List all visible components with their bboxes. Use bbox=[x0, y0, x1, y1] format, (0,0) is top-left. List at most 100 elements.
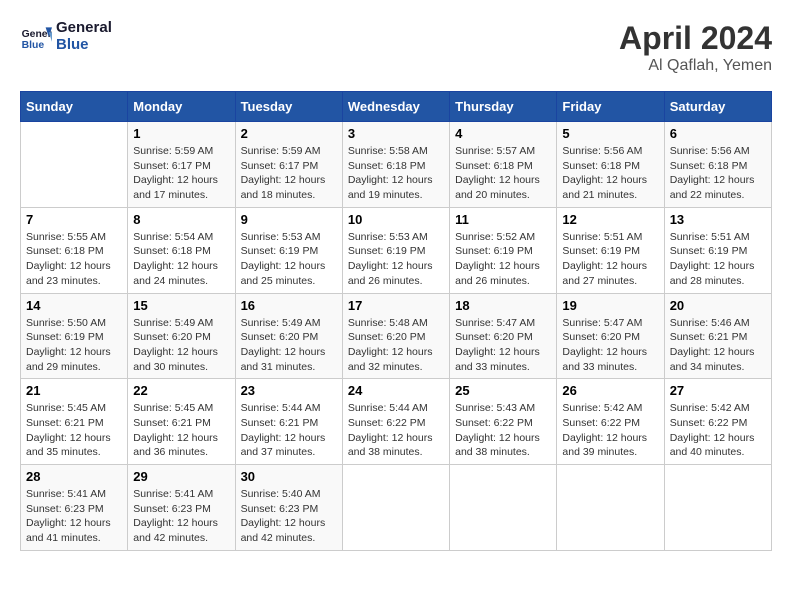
day-number: 17 bbox=[348, 298, 444, 313]
day-info: Sunrise: 5:53 AMSunset: 6:19 PMDaylight:… bbox=[348, 230, 444, 289]
week-row-5: 28Sunrise: 5:41 AMSunset: 6:23 PMDayligh… bbox=[21, 465, 772, 551]
logo-blue: Blue bbox=[56, 37, 112, 54]
day-number: 29 bbox=[133, 469, 229, 484]
calendar-cell: 8Sunrise: 5:54 AMSunset: 6:18 PMDaylight… bbox=[128, 207, 235, 293]
column-header-friday: Friday bbox=[557, 92, 664, 122]
day-number: 6 bbox=[670, 126, 766, 141]
column-header-sunday: Sunday bbox=[21, 92, 128, 122]
calendar-cell: 21 Sunrise: 5:45 AMSunset: 6:21 PMDayligh… bbox=[21, 379, 128, 465]
day-number: 1 bbox=[133, 126, 229, 141]
day-info: Sunrise: 5:46 AMSunset: 6:21 PMDaylight:… bbox=[670, 316, 766, 375]
day-info: Sunrise: 5:52 AMSunset: 6:19 PMDaylight:… bbox=[455, 230, 551, 289]
day-info: Sunrise: 5:45 AMSunset: 6:21 PMDaylight:… bbox=[133, 401, 229, 460]
calendar-cell: 10 Sunrise: 5:53 AMSunset: 6:19 PMDayligh… bbox=[342, 207, 449, 293]
svg-text:Blue: Blue bbox=[22, 40, 45, 51]
day-number: 27 bbox=[670, 383, 766, 398]
day-number: 13 bbox=[670, 212, 766, 227]
day-number: 14 bbox=[26, 298, 122, 313]
day-info: Sunrise: 5:49 AMSunset: 6:20 PMDaylight:… bbox=[133, 316, 229, 375]
calendar-cell bbox=[21, 122, 128, 208]
calendar-cell: 13Sunrise: 5:51 AMSunset: 6:19 PMDayligh… bbox=[664, 207, 771, 293]
calendar-cell: 24 Sunrise: 5:44 AMSunset: 6:22 PMDayligh… bbox=[342, 379, 449, 465]
calendar-cell: 16 Sunrise: 5:49 AMSunset: 6:20 PMDayligh… bbox=[235, 293, 342, 379]
logo-general: General bbox=[56, 20, 112, 37]
calendar-table: SundayMondayTuesdayWednesdayThursdayFrid… bbox=[20, 91, 772, 551]
day-number: 19 bbox=[562, 298, 658, 313]
day-info: Sunrise: 5:59 AMSunset: 6:17 PMDaylight:… bbox=[241, 144, 337, 203]
calendar-cell: 12 Sunrise: 5:51 AMSunset: 6:19 PMDayligh… bbox=[557, 207, 664, 293]
title-block: April 2024 Al Qaflah, Yemen bbox=[619, 20, 772, 75]
location-title: Al Qaflah, Yemen bbox=[619, 57, 772, 75]
calendar-cell: 26 Sunrise: 5:42 AMSunset: 6:22 PMDayligh… bbox=[557, 379, 664, 465]
calendar-cell bbox=[342, 465, 449, 551]
day-info: Sunrise: 5:43 AMSunset: 6:22 PMDaylight:… bbox=[455, 401, 551, 460]
week-row-2: 7 Sunrise: 5:55 AMSunset: 6:18 PMDaylight… bbox=[21, 207, 772, 293]
week-row-3: 14 Sunrise: 5:50 AMSunset: 6:19 PMDayligh… bbox=[21, 293, 772, 379]
week-row-4: 21 Sunrise: 5:45 AMSunset: 6:21 PMDayligh… bbox=[21, 379, 772, 465]
calendar-cell: 19 Sunrise: 5:47 AMSunset: 6:20 PMDayligh… bbox=[557, 293, 664, 379]
day-info: Sunrise: 5:42 AMSunset: 6:22 PMDaylight:… bbox=[562, 401, 658, 460]
day-number: 7 bbox=[26, 212, 122, 227]
day-number: 21 bbox=[26, 383, 122, 398]
day-number: 12 bbox=[562, 212, 658, 227]
day-number: 16 bbox=[241, 298, 337, 313]
calendar-body: 1 Sunrise: 5:59 AMSunset: 6:17 PMDaylight… bbox=[21, 122, 772, 551]
day-info: Sunrise: 5:49 AMSunset: 6:20 PMDaylight:… bbox=[241, 316, 337, 375]
day-number: 9 bbox=[241, 212, 337, 227]
calendar-cell: 11Sunrise: 5:52 AMSunset: 6:19 PMDayligh… bbox=[450, 207, 557, 293]
day-info: Sunrise: 5:50 AMSunset: 6:19 PMDaylight:… bbox=[26, 316, 122, 375]
day-number: 8 bbox=[133, 212, 229, 227]
day-info: Sunrise: 5:53 AMSunset: 6:19 PMDaylight:… bbox=[241, 230, 337, 289]
page-header: General Blue General Blue April 2024 Al … bbox=[20, 20, 772, 75]
calendar-cell: 23 Sunrise: 5:44 AMSunset: 6:21 PMDayligh… bbox=[235, 379, 342, 465]
calendar-cell: 27 Sunrise: 5:42 AMSunset: 6:22 PMDayligh… bbox=[664, 379, 771, 465]
month-title: April 2024 bbox=[619, 20, 772, 57]
day-info: Sunrise: 5:56 AMSunset: 6:18 PMDaylight:… bbox=[670, 144, 766, 203]
day-number: 20 bbox=[670, 298, 766, 313]
calendar-cell: 18Sunrise: 5:47 AMSunset: 6:20 PMDayligh… bbox=[450, 293, 557, 379]
day-number: 5 bbox=[562, 126, 658, 141]
column-header-wednesday: Wednesday bbox=[342, 92, 449, 122]
day-number: 26 bbox=[562, 383, 658, 398]
day-number: 30 bbox=[241, 469, 337, 484]
day-info: Sunrise: 5:51 AMSunset: 6:19 PMDaylight:… bbox=[562, 230, 658, 289]
day-number: 10 bbox=[348, 212, 444, 227]
day-number: 18 bbox=[455, 298, 551, 313]
day-info: Sunrise: 5:57 AMSunset: 6:18 PMDaylight:… bbox=[455, 144, 551, 203]
day-info: Sunrise: 5:44 AMSunset: 6:22 PMDaylight:… bbox=[348, 401, 444, 460]
day-info: Sunrise: 5:55 AMSunset: 6:18 PMDaylight:… bbox=[26, 230, 122, 289]
calendar-cell: 30 Sunrise: 5:40 AMSunset: 6:23 PMDayligh… bbox=[235, 465, 342, 551]
calendar-cell: 5 Sunrise: 5:56 AMSunset: 6:18 PMDaylight… bbox=[557, 122, 664, 208]
day-info: Sunrise: 5:59 AMSunset: 6:17 PMDaylight:… bbox=[133, 144, 229, 203]
day-number: 25 bbox=[455, 383, 551, 398]
column-header-monday: Monday bbox=[128, 92, 235, 122]
calendar-cell: 4Sunrise: 5:57 AMSunset: 6:18 PMDaylight… bbox=[450, 122, 557, 208]
day-info: Sunrise: 5:42 AMSunset: 6:22 PMDaylight:… bbox=[670, 401, 766, 460]
day-info: Sunrise: 5:40 AMSunset: 6:23 PMDaylight:… bbox=[241, 487, 337, 546]
day-info: Sunrise: 5:44 AMSunset: 6:21 PMDaylight:… bbox=[241, 401, 337, 460]
day-info: Sunrise: 5:41 AMSunset: 6:23 PMDaylight:… bbox=[133, 487, 229, 546]
day-info: Sunrise: 5:45 AMSunset: 6:21 PMDaylight:… bbox=[26, 401, 122, 460]
day-number: 24 bbox=[348, 383, 444, 398]
calendar-cell: 29 Sunrise: 5:41 AMSunset: 6:23 PMDayligh… bbox=[128, 465, 235, 551]
day-number: 23 bbox=[241, 383, 337, 398]
column-headers: SundayMondayTuesdayWednesdayThursdayFrid… bbox=[21, 92, 772, 122]
calendar-cell: 7 Sunrise: 5:55 AMSunset: 6:18 PMDaylight… bbox=[21, 207, 128, 293]
day-info: Sunrise: 5:58 AMSunset: 6:18 PMDaylight:… bbox=[348, 144, 444, 203]
logo-icon: General Blue bbox=[20, 21, 52, 53]
calendar-cell: 9 Sunrise: 5:53 AMSunset: 6:19 PMDaylight… bbox=[235, 207, 342, 293]
calendar-cell: 3Sunrise: 5:58 AMSunset: 6:18 PMDaylight… bbox=[342, 122, 449, 208]
day-info: Sunrise: 5:47 AMSunset: 6:20 PMDaylight:… bbox=[562, 316, 658, 375]
day-info: Sunrise: 5:41 AMSunset: 6:23 PMDaylight:… bbox=[26, 487, 122, 546]
day-info: Sunrise: 5:56 AMSunset: 6:18 PMDaylight:… bbox=[562, 144, 658, 203]
day-number: 2 bbox=[241, 126, 337, 141]
day-info: Sunrise: 5:48 AMSunset: 6:20 PMDaylight:… bbox=[348, 316, 444, 375]
column-header-tuesday: Tuesday bbox=[235, 92, 342, 122]
week-row-1: 1 Sunrise: 5:59 AMSunset: 6:17 PMDaylight… bbox=[21, 122, 772, 208]
calendar-cell bbox=[557, 465, 664, 551]
calendar-cell bbox=[664, 465, 771, 551]
calendar-cell: 15Sunrise: 5:49 AMSunset: 6:20 PMDayligh… bbox=[128, 293, 235, 379]
calendar-cell: 25 Sunrise: 5:43 AMSunset: 6:22 PMDayligh… bbox=[450, 379, 557, 465]
calendar-cell: 1 Sunrise: 5:59 AMSunset: 6:17 PMDaylight… bbox=[128, 122, 235, 208]
calendar-cell: 14 Sunrise: 5:50 AMSunset: 6:19 PMDayligh… bbox=[21, 293, 128, 379]
